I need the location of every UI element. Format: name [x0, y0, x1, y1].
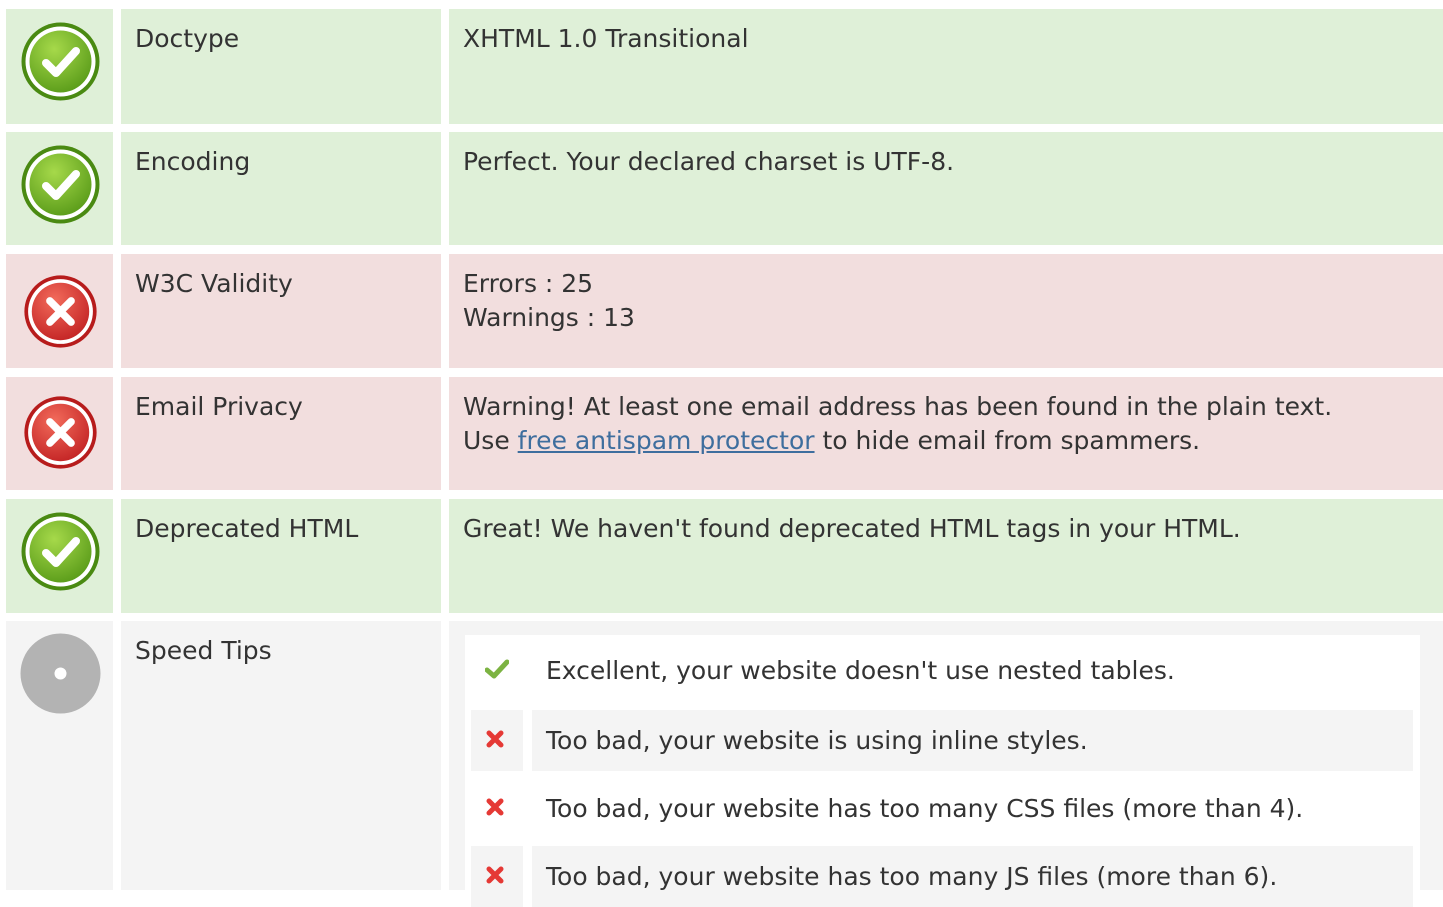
- email-warning-text: Warning! At least one email address has …: [463, 392, 1333, 421]
- speed-tip-text: Too bad, your website has too many CSS f…: [546, 794, 1304, 823]
- result-value-cell: Warning! At least one email address has …: [449, 377, 1443, 490]
- result-label: Deprecated HTML: [135, 514, 359, 543]
- w3c-warnings: Warnings : 13: [463, 303, 635, 332]
- status-cell: [6, 377, 113, 490]
- result-row-deprecated-html: Deprecated HTML Great! We haven't found …: [0, 499, 1443, 613]
- pass-check-icon: [20, 511, 101, 592]
- email-advice-suffix: to hide email from spammers.: [814, 426, 1201, 455]
- neutral-info-icon: [20, 633, 101, 714]
- result-value: Perfect. Your declared charset is UTF-8.: [463, 147, 955, 176]
- cross-icon: [471, 778, 523, 839]
- result-label-cell: Deprecated HTML: [121, 499, 441, 613]
- result-label: Encoding: [135, 147, 251, 176]
- check-icon: [471, 640, 523, 701]
- speed-tip-item: Excellent, your website doesn't use nest…: [471, 640, 1413, 701]
- result-row-encoding: Encoding Perfect. Your declared charset …: [0, 132, 1443, 245]
- result-label-cell: Speed Tips: [121, 621, 441, 890]
- speed-tip-item: Too bad, your website has too many JS fi…: [471, 846, 1413, 907]
- speed-tip-item: Too bad, your website is using inline st…: [471, 710, 1413, 771]
- w3c-errors: Errors : 25: [463, 269, 594, 298]
- result-value-cell: XHTML 1.0 Transitional: [449, 9, 1443, 124]
- fail-cross-icon: [23, 395, 98, 470]
- status-cell: [6, 499, 113, 613]
- fail-cross-icon: [23, 274, 98, 349]
- pass-check-icon: [20, 144, 101, 225]
- result-value-cell: Perfect. Your declared charset is UTF-8.: [449, 132, 1443, 245]
- email-advice-prefix: Use: [463, 426, 518, 455]
- result-value-cell: Great! We haven't found deprecated HTML …: [449, 499, 1443, 613]
- speed-tip-text: Too bad, your website has too many JS fi…: [532, 846, 1413, 907]
- result-label-cell: Doctype: [121, 9, 441, 124]
- antispam-protector-link[interactable]: free antispam protector: [518, 426, 815, 455]
- cross-icon: [471, 846, 523, 907]
- result-row-email-privacy: Email Privacy Warning! At least one emai…: [0, 377, 1443, 490]
- email-advice-text: Use free antispam protector to hide emai…: [463, 424, 1443, 458]
- status-cell: [6, 621, 113, 890]
- status-cell: [6, 9, 113, 124]
- speed-tip-text: Too bad, your website is using inline st…: [532, 710, 1413, 771]
- speed-tip-text: Excellent, your website doesn't use nest…: [546, 656, 1175, 685]
- result-value: XHTML 1.0 Transitional: [463, 24, 749, 53]
- result-value: Great! We haven't found deprecated HTML …: [463, 514, 1241, 543]
- result-row-doctype: Doctype XHTML 1.0 Transitional: [0, 9, 1443, 124]
- status-cell: [6, 254, 113, 368]
- pass-check-icon: [20, 21, 101, 102]
- speed-tip-item: Too bad, your website has too many CSS f…: [471, 778, 1413, 839]
- result-label-cell: Email Privacy: [121, 377, 441, 490]
- speed-tips-list: Excellent, your website doesn't use nest…: [465, 635, 1420, 907]
- result-label-cell: W3C Validity: [121, 254, 441, 368]
- result-label: Doctype: [135, 24, 240, 53]
- cross-icon: [471, 710, 523, 771]
- result-row-w3c-validity: W3C Validity Errors : 25 Warnings : 13: [0, 254, 1443, 368]
- result-label: Speed Tips: [135, 636, 272, 665]
- result-label-cell: Encoding: [121, 132, 441, 245]
- result-value-cell: Errors : 25 Warnings : 13: [449, 254, 1443, 368]
- result-label: Email Privacy: [135, 392, 303, 421]
- result-label: W3C Validity: [135, 269, 293, 298]
- status-cell: [6, 132, 113, 245]
